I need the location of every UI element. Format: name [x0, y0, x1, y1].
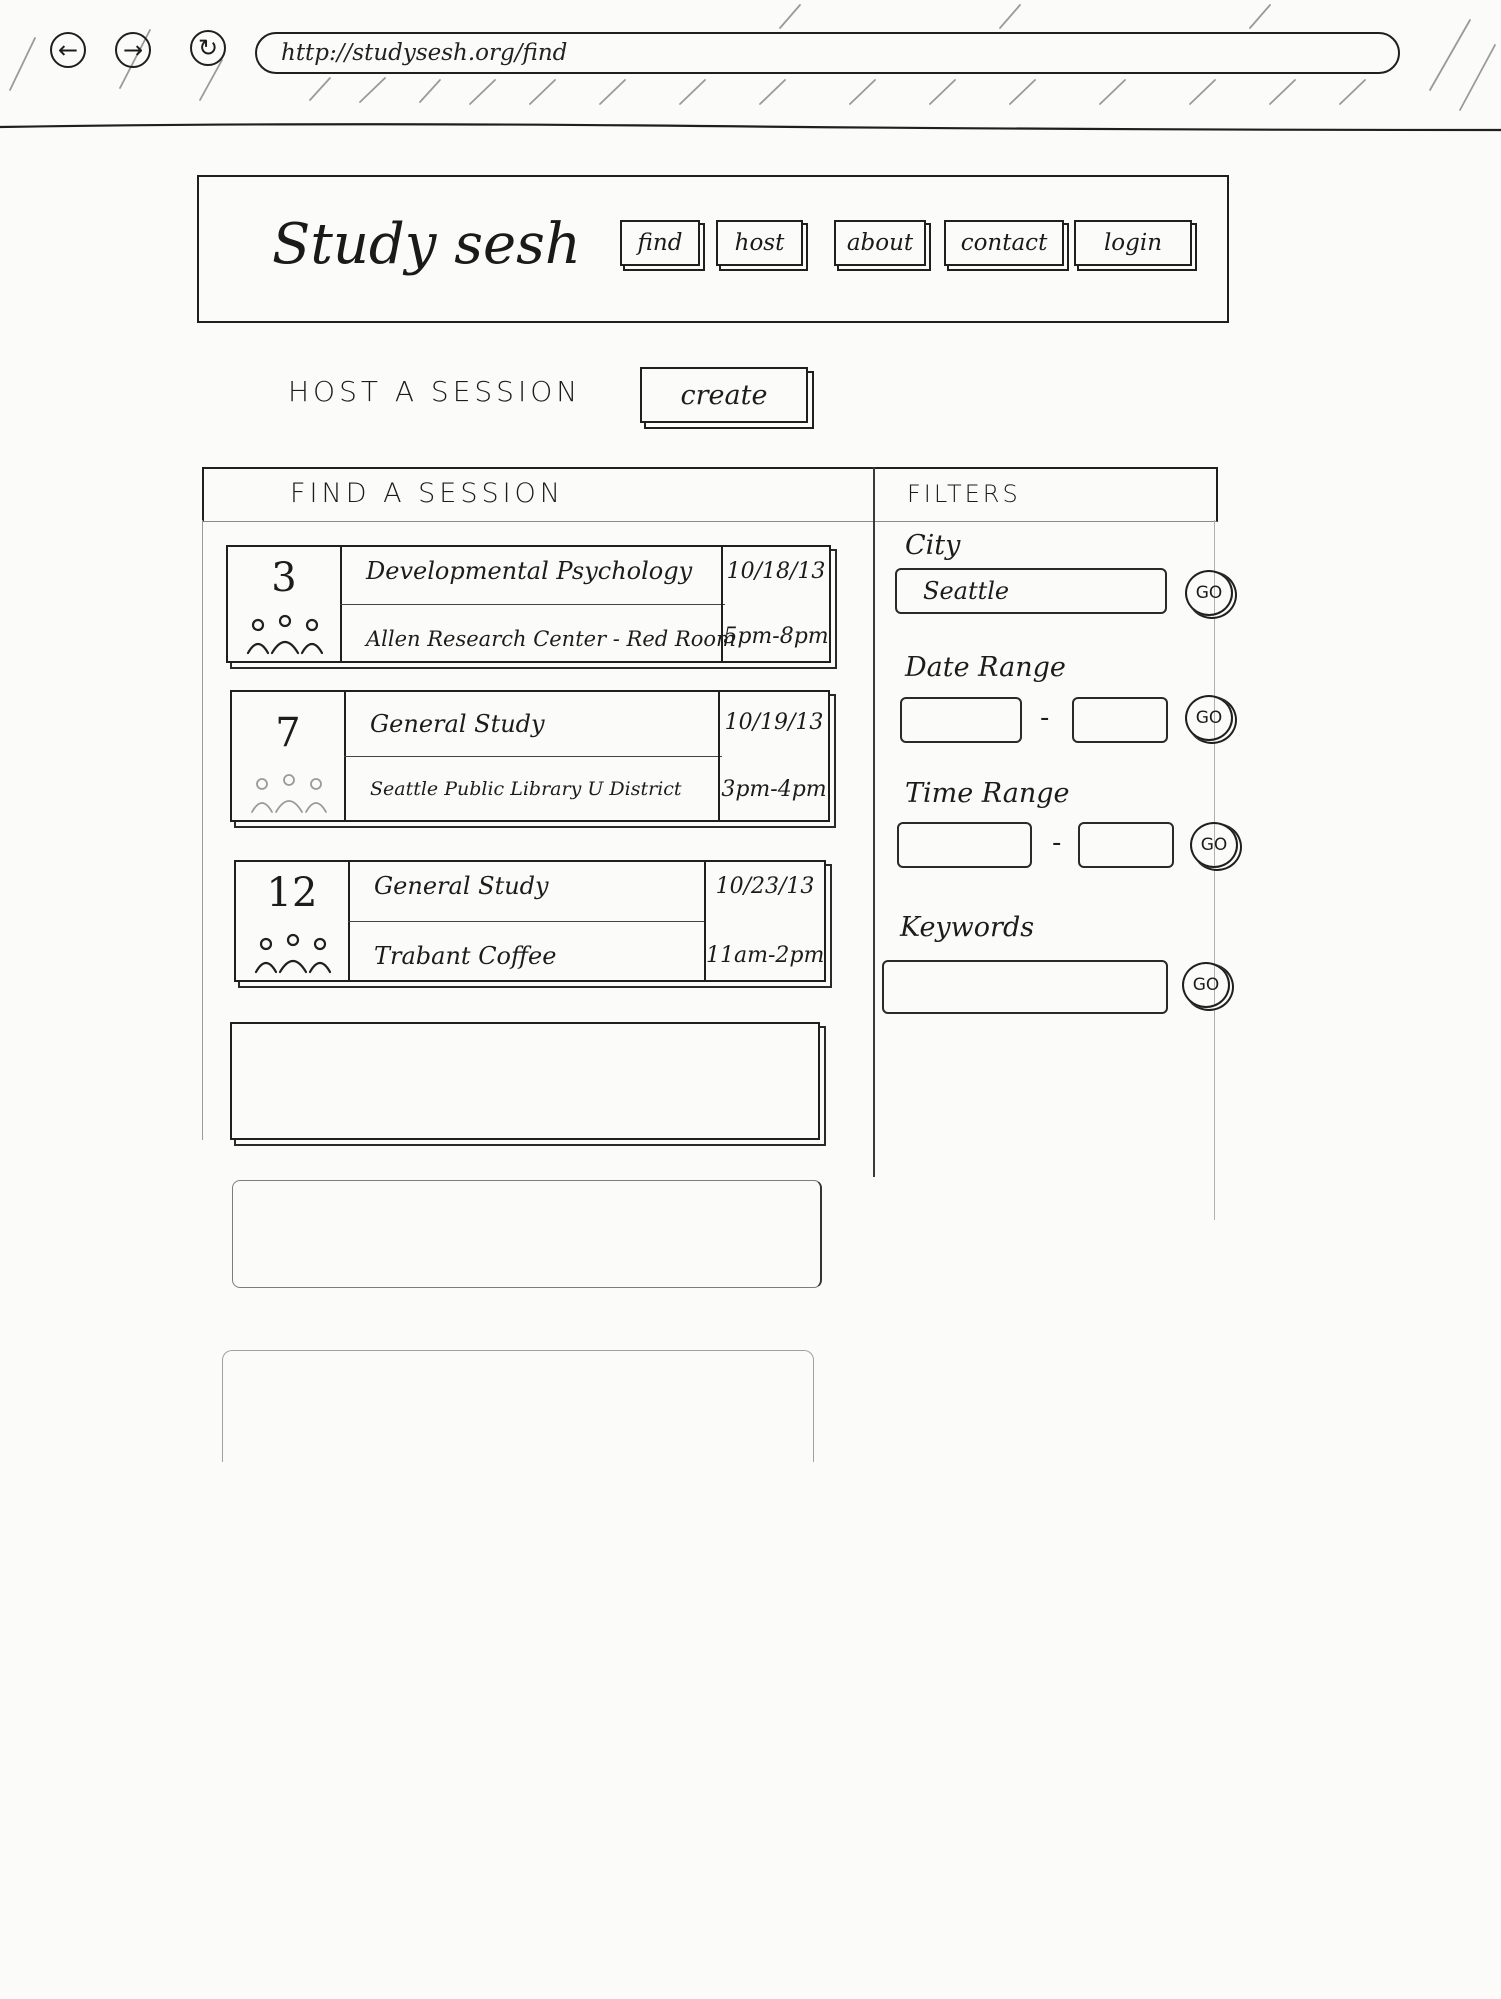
panel-divider: [873, 467, 875, 1177]
forward-button[interactable]: →: [115, 32, 151, 68]
session-schedule-cell: 10/23/13 11am-2pm: [704, 862, 824, 980]
session-location: Trabant Coffee: [374, 942, 557, 970]
create-session-button[interactable]: create: [640, 367, 808, 423]
session-title-cell: Developmental Psychology: [340, 547, 725, 605]
placeholder-card: [222, 1350, 814, 1462]
city-go-button[interactable]: GO: [1185, 570, 1233, 616]
attendee-count: 3: [271, 555, 297, 601]
keywords-input[interactable]: [882, 960, 1168, 1014]
attendee-count: 7: [275, 710, 301, 756]
people-icon: [251, 774, 327, 813]
keywords-label: Keywords: [900, 912, 1035, 943]
date-go-button[interactable]: GO: [1185, 695, 1233, 741]
session-card[interactable]: 12 General Study Trabant Coffee 10/23/13…: [234, 860, 826, 982]
city-value: Seattle: [923, 577, 1010, 605]
date-end-input[interactable]: [1072, 697, 1168, 743]
people-icon: [254, 933, 332, 974]
site-title: Study sesh: [272, 212, 581, 277]
host-session-label: HOST A SESSION: [288, 375, 582, 408]
filters-heading: FILTERS: [907, 480, 1021, 508]
session-card[interactable]: 3 Developmental Psychology Allen Researc…: [226, 545, 831, 663]
session-title-cell: General Study: [348, 862, 706, 922]
session-title: Developmental Psychology: [366, 557, 693, 585]
date-start-input[interactable]: [900, 697, 1022, 743]
placeholder-card: [232, 1180, 822, 1288]
browser-chrome: ← → ↻ http://studysesh.org/find: [0, 0, 1501, 132]
date-range-separator: -: [1040, 703, 1050, 733]
people-icon: [246, 614, 324, 655]
date-range-label: Date Range: [905, 652, 1066, 683]
panel-right-edge: [1214, 520, 1215, 1220]
refresh-icon: ↻: [197, 34, 219, 62]
arrow-left-icon: ←: [57, 36, 79, 64]
nav-find-button[interactable]: find: [620, 220, 700, 266]
session-date: 10/23/13: [715, 874, 815, 899]
session-card[interactable]: 7 General Study Seattle Public Library U…: [230, 690, 830, 822]
find-session-heading: FIND A SESSION: [290, 478, 565, 509]
placeholder-card: [230, 1022, 820, 1140]
time-go-button[interactable]: GO: [1190, 822, 1238, 868]
city-label: City: [905, 530, 961, 561]
session-location: Seattle Public Library U District: [370, 778, 682, 800]
session-time: 11am-2pm: [706, 943, 825, 968]
time-start-input[interactable]: [897, 822, 1032, 868]
nav-contact-button[interactable]: contact: [944, 220, 1064, 266]
nav-login-button[interactable]: login: [1074, 220, 1192, 266]
nav-about-button[interactable]: about: [834, 220, 926, 266]
session-schedule-cell: 10/18/13 5pm-8pm: [721, 547, 829, 661]
session-date: 10/18/13: [726, 559, 826, 584]
session-time: 3pm-4pm: [721, 777, 827, 802]
session-time: 5pm-8pm: [723, 624, 829, 649]
time-range-label: Time Range: [905, 778, 1070, 809]
refresh-button[interactable]: ↻: [190, 30, 226, 66]
session-title: General Study: [374, 872, 549, 900]
url-bar[interactable]: http://studysesh.org/find: [255, 32, 1400, 74]
keywords-go-button[interactable]: GO: [1182, 962, 1230, 1008]
city-input[interactable]: Seattle: [895, 568, 1167, 614]
nav-host-button[interactable]: host: [716, 220, 803, 266]
attendee-count: 12: [266, 870, 318, 916]
time-end-input[interactable]: [1078, 822, 1174, 868]
session-schedule-cell: 10/19/13 3pm-4pm: [718, 692, 828, 820]
attendee-count-cell: 12: [236, 862, 350, 980]
attendee-count-cell: 3: [228, 547, 342, 661]
session-date: 10/19/13: [724, 710, 824, 735]
session-location: Allen Research Center - Red Room: [366, 627, 736, 651]
panel-left-edge: [202, 520, 203, 1140]
url-text: http://studysesh.org/find: [281, 40, 568, 66]
session-title-cell: General Study: [344, 692, 722, 757]
arrow-right-icon: →: [122, 36, 144, 64]
time-range-separator: -: [1052, 828, 1062, 858]
session-title: General Study: [370, 710, 545, 738]
back-button[interactable]: ←: [50, 32, 86, 68]
attendee-count-cell: 7: [232, 692, 346, 820]
